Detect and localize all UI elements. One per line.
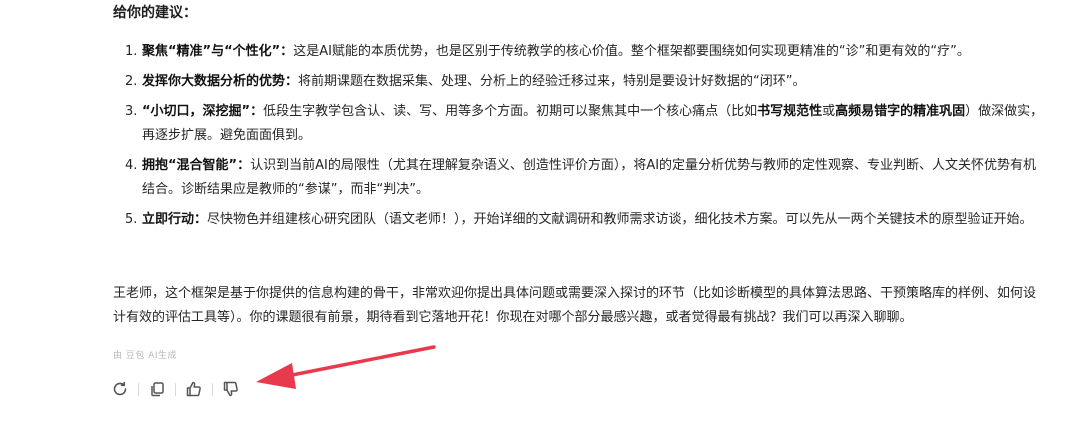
chat-response: 给你的建议： 1. 聚焦“精准”与“个性化”：这是AI赋能的本质优势，也是区别于传… (0, 0, 1080, 427)
red-annotation-arrow (256, 345, 436, 389)
